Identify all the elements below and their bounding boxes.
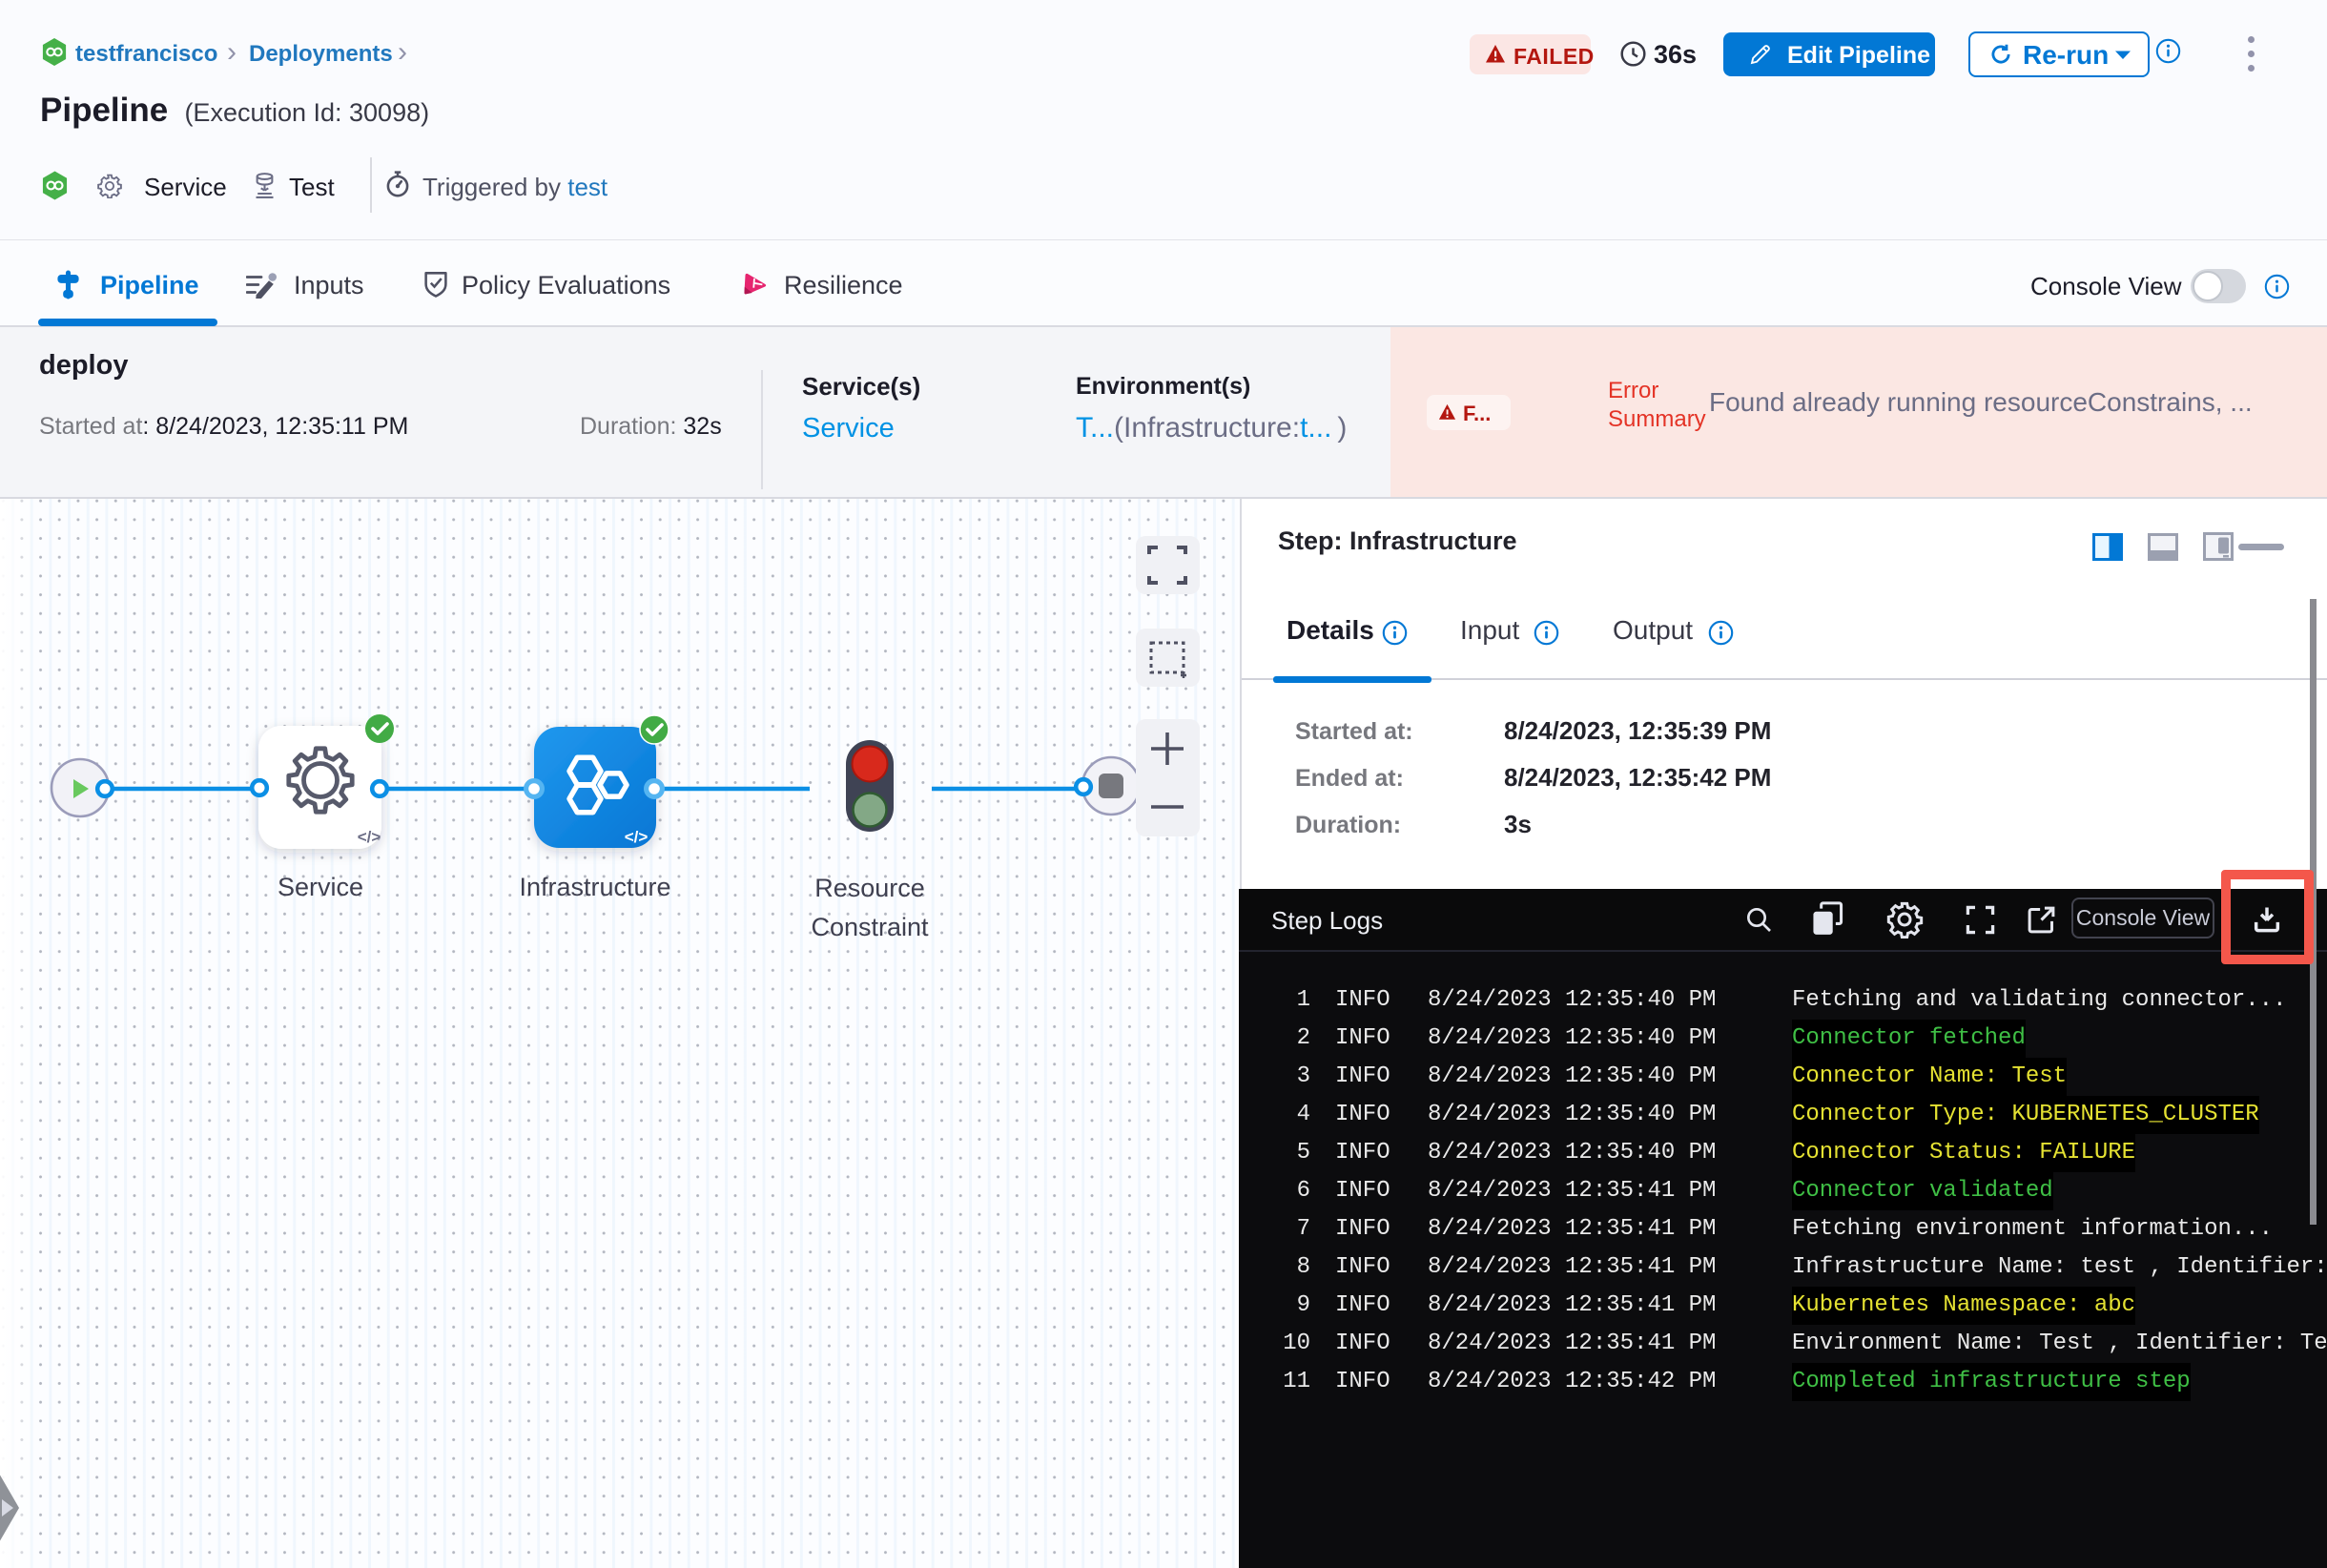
svg-text:Service: Service — [278, 873, 363, 901]
svg-text:</>: </> — [625, 828, 649, 846]
svg-text:Infrastructure: Infrastructure — [519, 873, 670, 901]
svg-text:Constraint: Constraint — [811, 913, 929, 941]
svg-text:</>: </> — [358, 828, 381, 846]
svg-text:Resource: Resource — [814, 874, 925, 902]
